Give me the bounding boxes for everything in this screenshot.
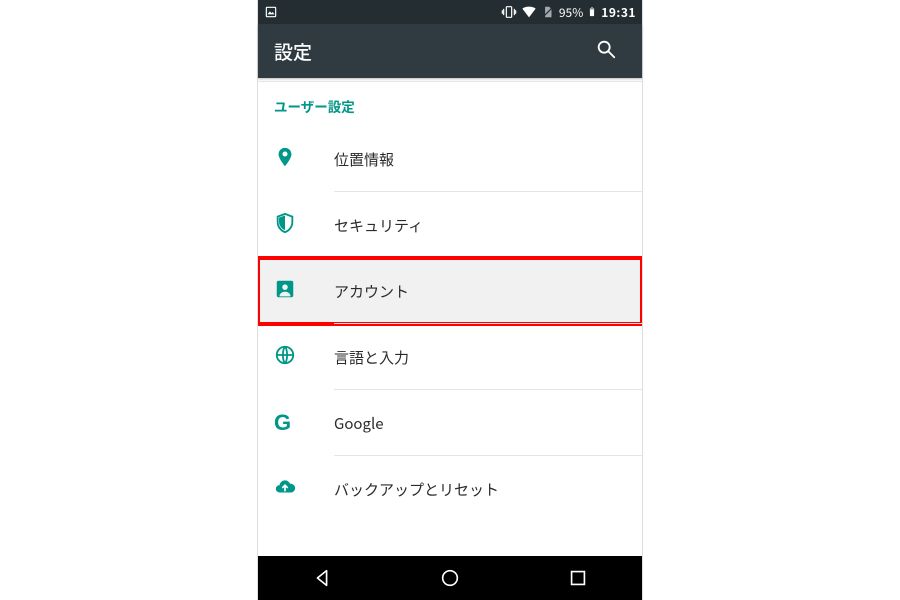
shield-icon <box>274 212 296 239</box>
section-header-personal: ユーザー設定 <box>258 82 642 126</box>
settings-item-label: アカウント <box>334 281 409 302</box>
settings-item-language[interactable]: 言語と入力 <box>258 324 642 390</box>
settings-item-location[interactable]: 位置情報 <box>258 126 642 192</box>
page-title: 設定 <box>274 38 586 65</box>
account-box-icon <box>274 278 296 305</box>
location-pin-icon <box>274 146 296 173</box>
settings-item-label: 言語と入力 <box>334 347 409 368</box>
nav-recent-button[interactable] <box>538 556 618 600</box>
battery-icon <box>587 4 597 20</box>
app-bar: 設定 <box>258 24 642 78</box>
settings-item-label: Google <box>334 413 384 434</box>
google-g-icon: G <box>274 412 291 434</box>
search-icon <box>595 38 617 65</box>
settings-item-accounts[interactable]: アカウント <box>258 258 642 324</box>
search-button[interactable] <box>586 31 626 71</box>
nav-recent-icon <box>567 567 589 594</box>
wifi-icon <box>521 4 537 20</box>
cloud-upload-icon <box>274 476 296 503</box>
navigation-bar <box>258 556 642 600</box>
nav-home-icon <box>439 567 461 594</box>
phone-frame: 95% 19:31 設定 ユーザー設定 <box>258 0 642 600</box>
nav-back-icon <box>311 567 333 594</box>
nav-back-button[interactable] <box>282 556 362 600</box>
status-clock: 19:31 <box>601 4 636 21</box>
battery-percent: 95% <box>559 4 583 21</box>
settings-item-label: 位置情報 <box>334 149 394 170</box>
globe-icon <box>274 344 296 371</box>
settings-item-security[interactable]: セキュリティ <box>258 192 642 258</box>
no-sim-icon <box>541 5 555 19</box>
vibrate-icon <box>501 4 517 20</box>
settings-list: ユーザー設定 位置情報 セキュリティ <box>258 82 642 556</box>
settings-item-label: セキュリティ <box>334 215 423 236</box>
settings-item-label: バックアップとリセット <box>334 479 499 500</box>
screenshot-indicator-icon <box>264 5 278 19</box>
settings-item-google[interactable]: G Google <box>258 390 642 456</box>
settings-item-backup[interactable]: バックアップとリセット <box>258 456 642 522</box>
status-bar: 95% 19:31 <box>258 0 642 24</box>
nav-home-button[interactable] <box>410 556 490 600</box>
